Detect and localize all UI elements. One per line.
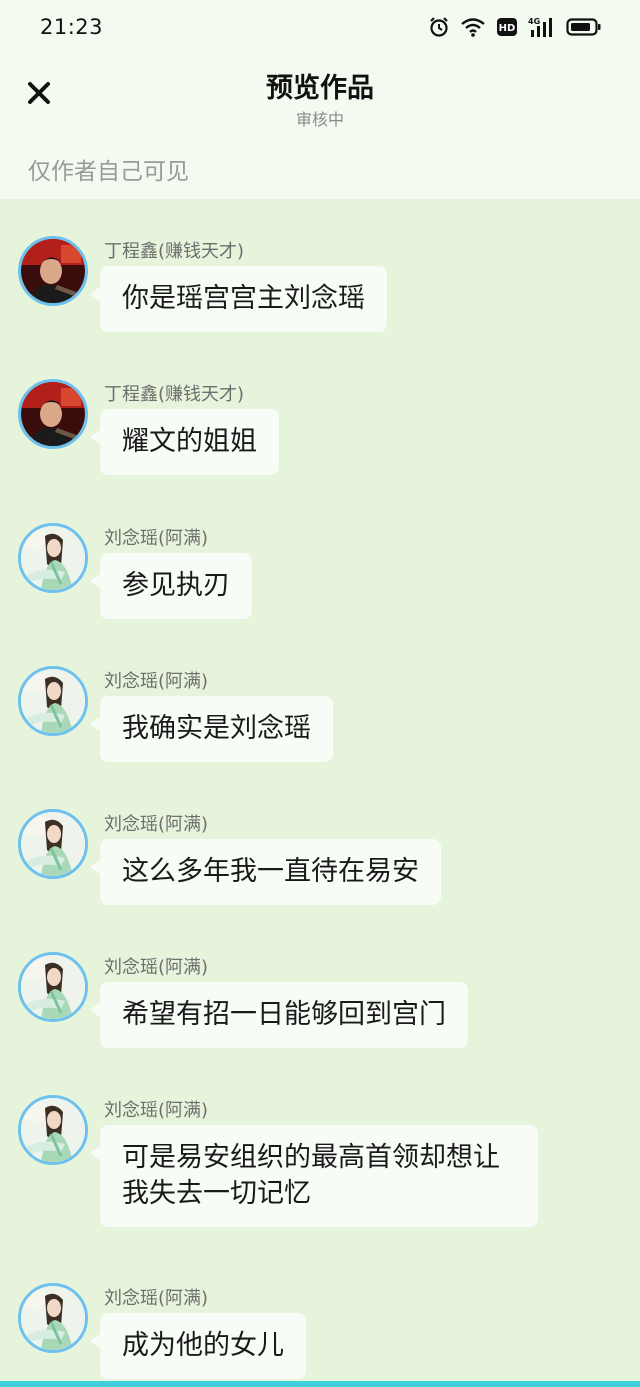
hd-icon: HD bbox=[496, 16, 518, 38]
message-bubble[interactable]: 我确实是刘念瑶 bbox=[90, 696, 333, 762]
sender-name: 丁程鑫(赚钱天才) bbox=[104, 241, 245, 262]
sender-name: 刘念瑶(阿满) bbox=[104, 814, 209, 835]
message-bubble[interactable]: 这么多年我一直待在易安 bbox=[90, 839, 441, 905]
message-bubble[interactable]: 成为他的女儿 bbox=[90, 1313, 306, 1379]
female-character-avatar[interactable] bbox=[18, 1095, 88, 1165]
page-title: 预览作品 bbox=[266, 73, 374, 104]
sender-name: 刘念瑶(阿满) bbox=[104, 1100, 209, 1121]
status-icons: HD 4G bbox=[428, 16, 602, 38]
sender-name: 刘念瑶(阿满) bbox=[104, 957, 209, 978]
status-bar: 21:23 HD 4G bbox=[0, 0, 640, 56]
signal-4g-icon: 4G bbox=[528, 16, 556, 38]
message-bubble[interactable]: 耀文的姐姐 bbox=[90, 409, 279, 475]
svg-text:HD: HD bbox=[499, 23, 516, 34]
message-bubble[interactable]: 希望有招一日能够回到宫门 bbox=[90, 982, 468, 1048]
message-bubble[interactable]: 你是瑶宫宫主刘念瑶 bbox=[90, 266, 387, 332]
sender-name: 刘念瑶(阿满) bbox=[104, 528, 209, 549]
sender-name: 丁程鑫(赚钱天才) bbox=[104, 384, 245, 405]
bottom-accent-bar bbox=[0, 1381, 640, 1387]
female-character-avatar[interactable] bbox=[18, 523, 88, 593]
sender-name: 刘念瑶(阿满) bbox=[104, 671, 209, 692]
female-character-avatar[interactable] bbox=[18, 952, 88, 1022]
visibility-note: 仅作者自己可见 bbox=[28, 159, 189, 185]
male-character-avatar[interactable] bbox=[18, 236, 88, 306]
alarm-icon bbox=[428, 16, 450, 38]
top-area: 21:23 HD 4G 预览作品 审核中 仅作者自己可见 bbox=[0, 0, 640, 199]
female-character-avatar[interactable] bbox=[18, 1283, 88, 1353]
battery-icon bbox=[566, 16, 602, 38]
female-character-avatar[interactable] bbox=[18, 666, 88, 736]
wifi-icon bbox=[460, 16, 486, 38]
svg-text:4G: 4G bbox=[528, 17, 540, 26]
chat-preview-screen: 21:23 HD 4G 预览作品 审核中 仅作者自己可见 丁程鑫(赚钱天才) 你… bbox=[0, 0, 640, 1387]
male-character-avatar[interactable] bbox=[18, 379, 88, 449]
message-list[interactable]: 丁程鑫(赚钱天才) 你是瑶宫宫主刘念瑶 丁程鑫(赚钱天才) 耀文的姐姐 刘念瑶(… bbox=[0, 199, 640, 1379]
message-bubble[interactable]: 可是易安组织的最高首领却想让我失去一切记忆 bbox=[90, 1125, 538, 1227]
review-status: 审核中 bbox=[295, 110, 344, 129]
message-bubble[interactable]: 参见执刃 bbox=[90, 553, 252, 619]
sender-name: 刘念瑶(阿满) bbox=[104, 1288, 209, 1309]
status-time: 21:23 bbox=[40, 15, 104, 39]
header: 预览作品 审核中 bbox=[0, 56, 640, 136]
female-character-avatar[interactable] bbox=[18, 809, 88, 879]
